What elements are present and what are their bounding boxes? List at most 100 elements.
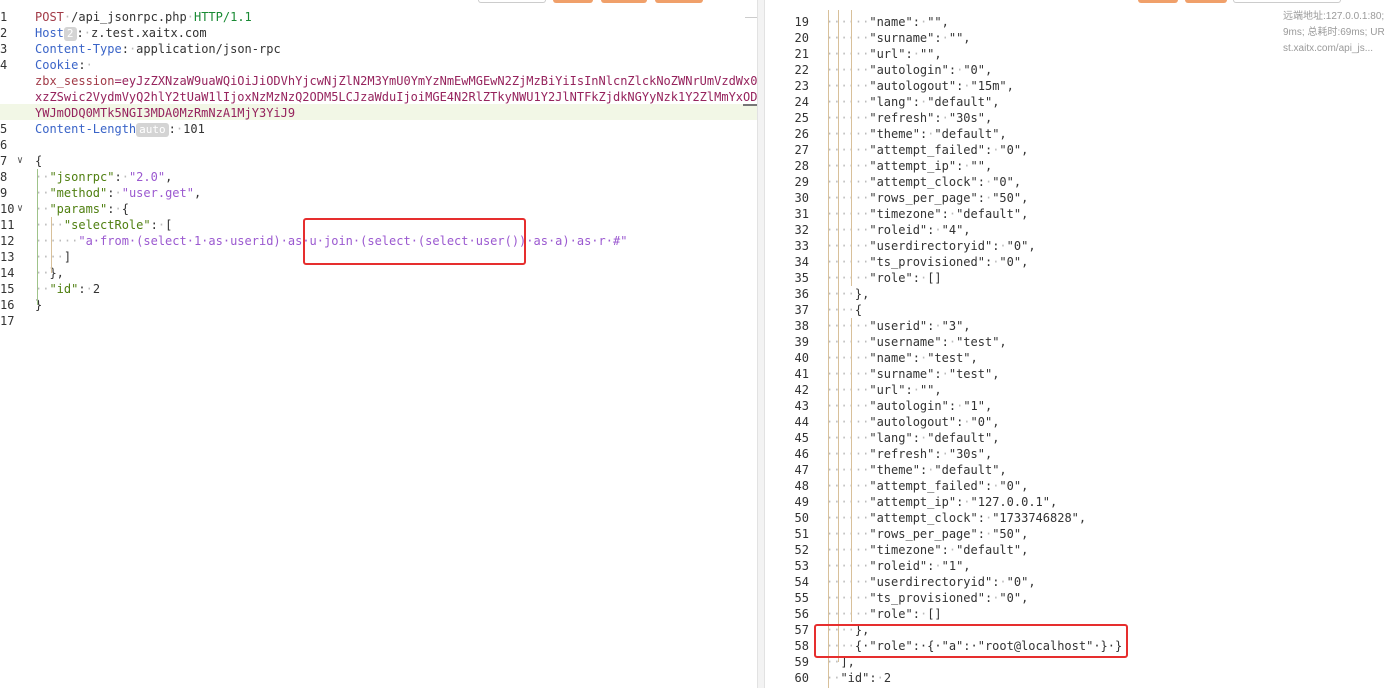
code-text: ··"id":·2: [35, 281, 100, 297]
code-text: ··"params":·{: [35, 201, 129, 217]
code-line: 55 ······"ts_provisioned":·"0",: [765, 590, 1265, 606]
json-key: "attempt_clock": [869, 175, 978, 189]
code-text: {: [35, 153, 42, 169]
indent: ······: [826, 431, 870, 445]
code-token: ·: [114, 186, 122, 200]
space-dot: ·: [934, 559, 942, 573]
json-value: "0",: [963, 63, 993, 77]
code-token: YWJmODQ0MTk5NGI3MDA0MzRmNzA1MjY3YiJ9: [35, 106, 296, 120]
json-colon: :: [905, 383, 913, 397]
code-line: 15 ··"id":·2: [0, 281, 757, 297]
code-token: :: [150, 218, 158, 232]
indent: ······: [826, 575, 870, 589]
toolbar-field[interactable]: [478, 0, 546, 3]
json-colon: :: [869, 671, 877, 685]
indent: ······: [826, 415, 870, 429]
json-key: "attempt_failed": [869, 143, 985, 157]
code-text: ······"surname":·"test",: [826, 366, 999, 382]
line-number: 49: [794, 495, 809, 509]
line-number: 27: [794, 143, 809, 157]
code-text: zbx_session=eyJzZXNzaW9uaWQiOiJiODVhYjcw…: [35, 73, 757, 89]
toolbar-button[interactable]: [655, 0, 703, 3]
line-number: 23: [794, 79, 809, 93]
json-key: "name": [869, 351, 913, 365]
line-number: 54: [794, 575, 809, 589]
code-line: 50 ······"attempt_clock":·"1733746828",: [765, 510, 1265, 526]
toolbar-button[interactable]: [1185, 0, 1227, 3]
code-text: ····"selectRole":·[: [35, 217, 172, 233]
code-text: ······"theme":·"default",: [826, 126, 1007, 142]
json-key: "lang": [869, 431, 913, 445]
indent-guide: [851, 10, 852, 286]
timing-info-line: 远端地址:127.0.0.1:80;: [1283, 11, 1385, 22]
code-line: 5 Content-Length auto:·101: [0, 121, 757, 137]
code-line: 35 ······"role":·[]: [765, 270, 1265, 286]
fold-chevron-icon[interactable]: ∨: [17, 201, 23, 217]
line-number: 48: [794, 479, 809, 493]
code-token: application/json-rpc: [136, 42, 281, 56]
json-colon: :: [905, 47, 913, 61]
indent: ······: [826, 207, 870, 221]
indent: ······: [826, 335, 870, 349]
indent: ······: [826, 47, 870, 61]
code-line: 56 ······"role":·[]: [765, 606, 1265, 622]
code-text: ······"timezone":·"default",: [826, 206, 1028, 222]
toolbar-button[interactable]: [601, 0, 647, 3]
code-line: 39 ······"username":·"test",: [765, 334, 1265, 350]
code-text: ······"autologout":·"0",: [826, 414, 999, 430]
line-number: 35: [794, 271, 809, 285]
code-text: ······"ts_provisioned":·"0",: [826, 590, 1028, 606]
space-dot: ·: [948, 335, 957, 349]
json-value: []: [927, 271, 942, 285]
code-token: zbx_session: [35, 74, 115, 88]
json-value: "default",: [927, 95, 1000, 109]
line-number: 17: [0, 314, 15, 328]
json-colon: :: [934, 31, 942, 45]
line-number: 52: [794, 543, 809, 557]
json-key: "userid": [869, 319, 928, 333]
code-text: ····{: [826, 302, 862, 318]
line-number: 50: [794, 511, 809, 525]
code-token: Content-Length: [35, 122, 137, 136]
line-number: 8: [0, 170, 8, 184]
indent: ······: [826, 479, 870, 493]
code-text: ······"lang":·"default",: [826, 94, 999, 110]
indent: ······: [826, 255, 870, 269]
toolbar-button[interactable]: [1138, 0, 1178, 3]
panel-splitter[interactable]: [757, 0, 765, 688]
toolbar-field[interactable]: [1233, 0, 1341, 3]
code-line: 3 Content-Type:·application/json-rpc: [0, 41, 757, 57]
code-token: HTTP/1.1: [193, 10, 252, 24]
json-colon: :: [934, 367, 942, 381]
fold-chevron-icon[interactable]: ∨: [17, 153, 23, 169]
indent-guide: [828, 10, 829, 688]
toolbar-button[interactable]: [553, 0, 593, 3]
json-value: "default",: [934, 463, 1007, 477]
space-dot: ·: [948, 543, 957, 557]
line-number: 36: [794, 287, 809, 301]
code-text: Host 2:·z.test.xaitx.com: [35, 25, 207, 41]
json-colon: :: [912, 15, 920, 29]
json-key: "autologin": [869, 63, 949, 77]
json-value: "0",: [970, 415, 1000, 429]
json-colon: :: [977, 511, 985, 525]
json-value: "",: [919, 383, 942, 397]
json-key: "autologin": [869, 399, 949, 413]
line-number: 34: [794, 255, 809, 269]
header-badge: auto: [136, 123, 169, 137]
code-line: 41 ······"surname":·"test",: [765, 366, 1265, 382]
code-line: 37 ····{: [765, 302, 1265, 318]
json-key: "autologout": [869, 79, 957, 93]
code-line: 6: [0, 137, 757, 153]
code-token: ]: [63, 250, 72, 264]
code-text: ······"autologout":·"15m",: [826, 78, 1014, 94]
code-text: ······"timezone":·"default",: [826, 542, 1028, 558]
line-number: 37: [794, 303, 809, 317]
code-line: 1 POST·/api_jsonrpc.php·HTTP/1.1: [0, 9, 757, 25]
line-number: 39: [794, 335, 809, 349]
json-colon: :: [941, 543, 949, 557]
indent: ······: [826, 271, 870, 285]
indent: ······: [826, 63, 870, 77]
line-number: 24: [794, 95, 809, 109]
line-number: 43: [794, 399, 809, 413]
